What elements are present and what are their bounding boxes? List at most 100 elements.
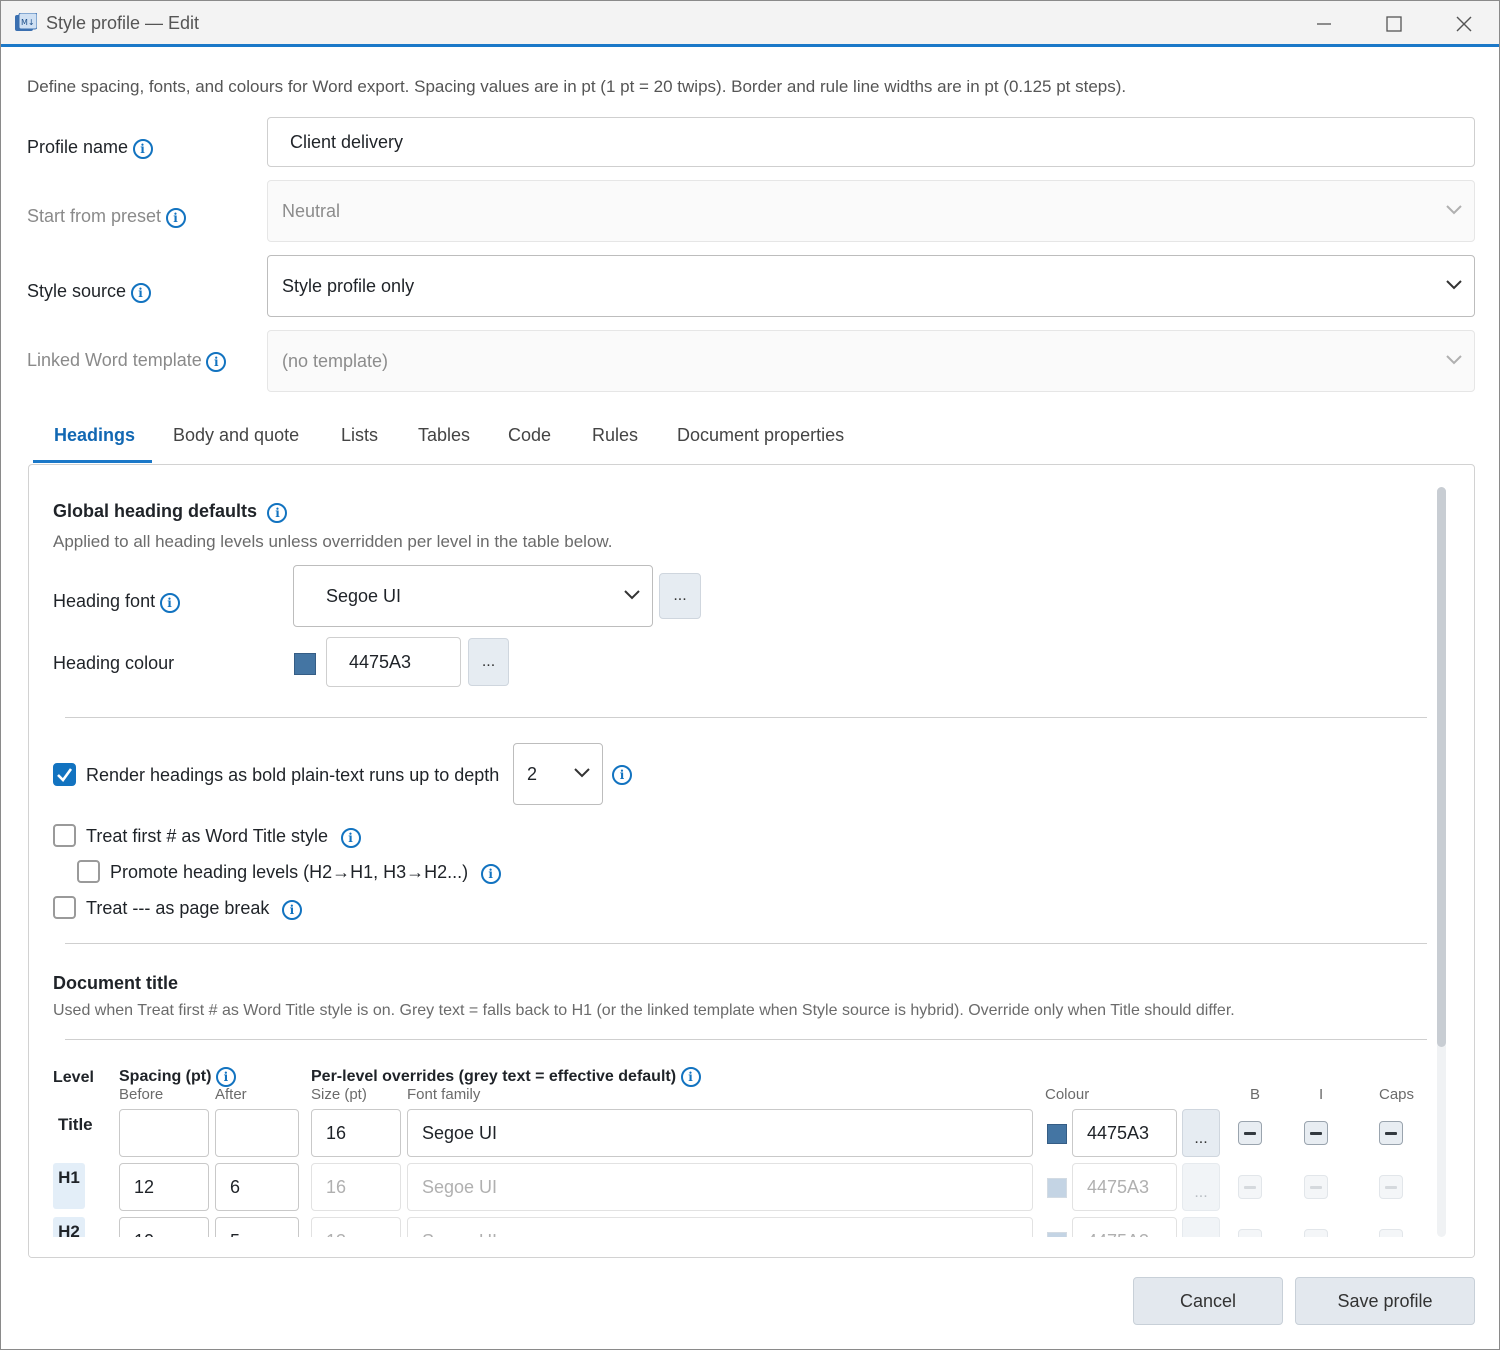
title-font-input[interactable]: Segoe UI	[407, 1109, 1033, 1157]
after-column-header: After	[215, 1086, 247, 1103]
treat-title-checkbox[interactable]	[53, 824, 76, 847]
global-defaults-subtitle: Applied to all heading levels unless ove…	[53, 532, 613, 551]
check-icon	[57, 768, 73, 782]
colour-picker-button[interactable]: ...	[468, 638, 509, 686]
title-italic-tristate[interactable]	[1304, 1121, 1328, 1145]
profile-name-input[interactable]: Client delivery	[267, 117, 1475, 167]
bold-column-header: B	[1250, 1086, 1261, 1103]
style-source-select[interactable]: Style profile only	[267, 255, 1475, 317]
window-title: Style profile — Edit	[46, 13, 200, 33]
promote-levels-checkbox[interactable]	[77, 860, 100, 883]
chevron-down-icon	[1446, 355, 1462, 365]
style-source-value: Style profile only	[282, 276, 415, 296]
tab-headings[interactable]: Headings	[54, 425, 135, 446]
page-break-row: Treat --- as page break i	[86, 898, 302, 920]
treat-title-label: Treat first # as Word Title style	[86, 826, 329, 846]
title-size-input[interactable]: 16	[311, 1109, 401, 1157]
info-icon[interactable]: i	[206, 351, 227, 372]
template-select: (no template)	[267, 330, 1475, 392]
h1-colour-picker-button[interactable]: ...	[1182, 1163, 1220, 1211]
depth-value: 2	[527, 764, 538, 784]
heading-font-label-row: Heading font i	[53, 591, 180, 613]
tab-tables[interactable]: Tables	[418, 425, 470, 446]
title-colour-input[interactable]: 4475A3	[1072, 1109, 1177, 1157]
tab-document-properties[interactable]: Document properties	[677, 425, 844, 446]
maximize-icon[interactable]	[1379, 11, 1409, 37]
profile-name-label-row: Profile name i	[27, 137, 153, 159]
tab-body-and-quote[interactable]: Body and quote	[173, 425, 299, 446]
profile-name-label: Profile name	[27, 137, 129, 157]
page-break-label: Treat --- as page break	[86, 898, 270, 918]
title-colour-picker-button[interactable]: ...	[1182, 1109, 1220, 1157]
render-bold-checkbox[interactable]	[53, 763, 76, 786]
h1-before-input[interactable]: 12	[119, 1163, 209, 1211]
info-icon[interactable]: i	[132, 138, 153, 159]
template-label-row: Linked Word template i	[27, 350, 227, 372]
info-icon[interactable]: i	[340, 827, 361, 848]
heading-colour-input[interactable]: 4475A3	[326, 637, 461, 687]
cancel-button[interactable]: Cancel	[1133, 1277, 1283, 1325]
italic-column-header: I	[1319, 1086, 1324, 1103]
info-icon[interactable]: i	[480, 863, 501, 884]
info-icon[interactable]: i	[159, 592, 180, 613]
h1-colour-input[interactable]: 4475A3	[1072, 1163, 1177, 1211]
divider	[65, 1039, 1427, 1040]
info-icon[interactable]: i	[130, 282, 151, 303]
h1-size-input[interactable]: 16	[311, 1163, 401, 1211]
tab-lists[interactable]: Lists	[341, 425, 378, 446]
info-icon[interactable]: i	[215, 1067, 236, 1087]
global-defaults-title-row: Global heading defaults i	[53, 501, 288, 523]
tab-rules[interactable]: Rules	[592, 425, 638, 446]
caps-column-header: Caps	[1379, 1086, 1415, 1103]
close-icon[interactable]	[1449, 11, 1479, 37]
info-icon[interactable]: i	[281, 899, 302, 920]
h1-font-input[interactable]: Segoe UI	[407, 1163, 1033, 1211]
overrides-column-header: Per-level overrides (grey text = effecti…	[311, 1068, 677, 1086]
size-column-header: Size (pt)	[311, 1086, 367, 1103]
h1-italic-tristate[interactable]	[1304, 1175, 1328, 1199]
font-picker-button[interactable]: ...	[659, 573, 701, 619]
h1-colour-swatch[interactable]	[1047, 1178, 1067, 1198]
level-column-header: Level	[53, 1069, 94, 1086]
row-level-title: Title	[58, 1115, 93, 1134]
tab-code[interactable]: Code	[508, 425, 551, 446]
headings-panel: Global heading defaults i Applied to all…	[28, 464, 1475, 1258]
save-profile-button[interactable]: Save profile	[1295, 1277, 1475, 1325]
template-value: (no template)	[282, 351, 389, 371]
chevron-down-icon	[1446, 280, 1462, 290]
h1-after-input[interactable]: 6	[215, 1163, 299, 1211]
title-before-input[interactable]	[119, 1109, 209, 1157]
info-icon[interactable]: i	[612, 765, 632, 785]
heading-colour-swatch[interactable]	[294, 653, 316, 675]
h1-caps-tristate[interactable]	[1379, 1175, 1403, 1199]
promote-label: Promote heading levels (H2→H1, H3→H2...)	[110, 862, 469, 882]
page-break-checkbox[interactable]	[53, 896, 76, 919]
h1-bold-tristate[interactable]	[1238, 1175, 1262, 1199]
info-icon[interactable]: i	[267, 502, 288, 523]
scrollbar-thumb[interactable]	[1437, 487, 1446, 1047]
render-bold-label: Render headings as bold plain-text runs …	[86, 765, 500, 785]
document-title-subtitle: Used when Treat first # as Word Title st…	[53, 1002, 1235, 1019]
info-icon[interactable]: i	[165, 207, 186, 228]
document-title-heading: Document title	[53, 973, 179, 993]
title-caps-tristate[interactable]	[1379, 1121, 1403, 1145]
style-source-label: Style source	[27, 281, 127, 301]
template-label: Linked Word template	[27, 350, 202, 370]
info-icon[interactable]: i	[680, 1067, 701, 1087]
title-colour-swatch[interactable]	[1047, 1124, 1067, 1144]
title-after-input[interactable]	[215, 1109, 299, 1157]
svg-text:M↓: M↓	[21, 18, 35, 27]
preset-value: Neutral	[282, 201, 341, 221]
style-source-label-row: Style source i	[27, 281, 151, 303]
heading-font-label: Heading font	[53, 591, 156, 611]
title-bold-tristate[interactable]	[1238, 1121, 1262, 1145]
app-icon: M↓	[15, 12, 38, 33]
depth-select[interactable]: 2	[513, 743, 603, 805]
chevron-down-icon	[624, 590, 640, 600]
heading-font-select[interactable]: Segoe UI	[293, 565, 653, 627]
chevron-down-icon	[574, 768, 590, 778]
spacing-header-row: Spacing (pt) i	[119, 1067, 236, 1087]
divider	[65, 943, 1427, 944]
minimize-icon[interactable]	[1309, 11, 1339, 37]
title-bar: M↓ Style profile — Edit	[1, 1, 1499, 47]
